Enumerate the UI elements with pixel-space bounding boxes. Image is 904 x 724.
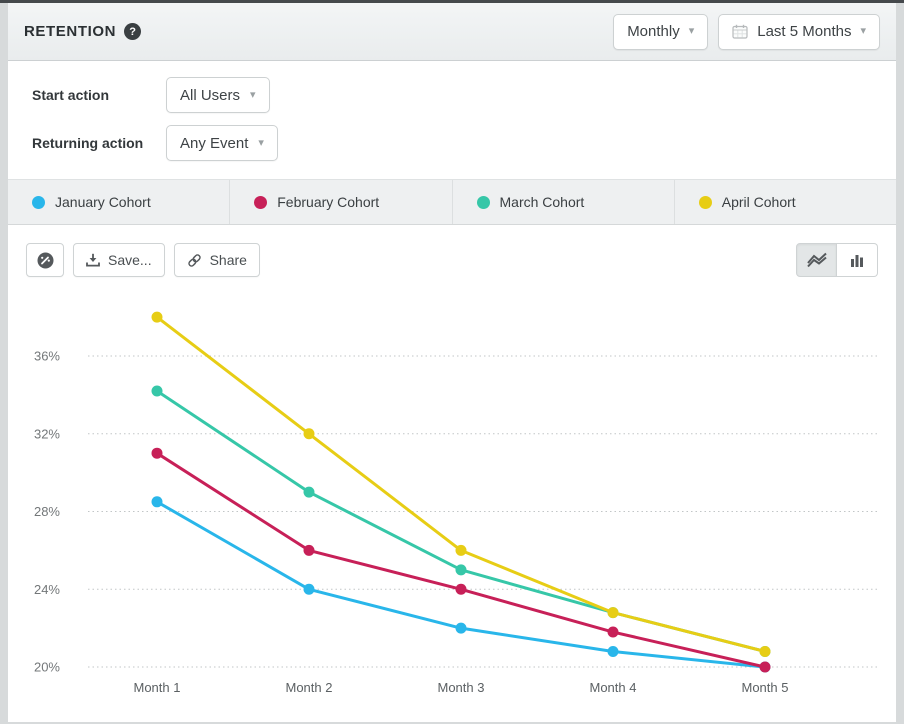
returning-action-value: Any Event (180, 135, 248, 152)
retention-card: RETENTION ? Monthly ▾ (8, 3, 896, 722)
date-range-dropdown[interactable]: Last 5 Months ▾ (718, 14, 880, 50)
x-axis-tick-label: Month 2 (286, 680, 333, 695)
legend-item-january[interactable]: January Cohort (8, 180, 230, 224)
data-point[interactable] (304, 487, 315, 498)
line-chart-icon (806, 252, 828, 268)
chart-type-toggle (796, 243, 878, 277)
retention-chart: 36% 32% 28% 24% 20% Month 1 Month 2 Month 3 Mont… (8, 277, 896, 722)
date-range-value: Last 5 Months (757, 23, 851, 40)
data-point[interactable] (760, 662, 771, 673)
data-point[interactable] (456, 584, 467, 595)
x-axis-tick-label: Month 4 (590, 680, 637, 695)
legend-item-april[interactable]: April Cohort (675, 180, 896, 224)
share-button-label: Share (210, 252, 247, 268)
cohort-legend: January Cohort February Cohort March Coh… (8, 180, 896, 225)
share-link-icon (187, 253, 202, 268)
save-button-label: Save... (108, 252, 152, 268)
add-to-dashboard-button[interactable] (26, 243, 64, 277)
series-line[interactable] (157, 453, 765, 667)
february-cohort-dot (254, 196, 267, 209)
period-dropdown-value: Monthly (627, 23, 680, 40)
series-line[interactable] (157, 391, 765, 651)
legend-label: March Cohort (500, 194, 585, 210)
report-header: RETENTION ? Monthly ▾ (8, 3, 896, 61)
y-axis-tick-label: 20% (34, 660, 60, 675)
y-axis-tick-label: 24% (34, 582, 60, 597)
data-point[interactable] (456, 545, 467, 556)
page-title: RETENTION ? (24, 23, 141, 40)
share-button[interactable]: Share (174, 243, 260, 277)
download-icon (86, 253, 100, 267)
data-point[interactable] (304, 545, 315, 556)
chart-section: Save... Share (8, 225, 896, 722)
y-axis-tick-label: 28% (34, 504, 60, 519)
start-action-value: All Users (180, 87, 240, 104)
returning-action-label: Returning action (32, 135, 166, 151)
data-point[interactable] (304, 584, 315, 595)
returning-action-row: Returning action Any Event ▾ (32, 125, 896, 161)
legend-label: January Cohort (55, 194, 151, 210)
page-title-text: RETENTION (24, 23, 116, 40)
january-cohort-dot (32, 196, 45, 209)
header-controls: Monthly ▾ (613, 14, 880, 50)
legend-label: April Cohort (722, 194, 796, 210)
chevron-down-icon: ▾ (250, 90, 256, 101)
chevron-down-icon: ▾ (860, 26, 866, 37)
calendar-icon (732, 24, 748, 39)
start-action-row: Start action All Users ▾ (32, 77, 896, 113)
data-point[interactable] (152, 312, 163, 323)
chevron-down-icon: ▾ (258, 138, 264, 149)
legend-label: February Cohort (277, 194, 379, 210)
y-axis-tick-label: 36% (34, 349, 60, 364)
x-axis-tick-label: Month 3 (438, 680, 485, 695)
y-axis-tick-label: 32% (34, 426, 60, 441)
data-point[interactable] (456, 564, 467, 575)
chevron-down-icon: ▾ (689, 26, 695, 37)
x-axis-tick-label: Month 1 (134, 680, 181, 695)
period-dropdown[interactable]: Monthly ▾ (613, 14, 708, 50)
data-point[interactable] (152, 448, 163, 459)
start-action-label: Start action (32, 87, 166, 103)
data-point[interactable] (304, 428, 315, 439)
filters-panel: Start action All Users ▾ Returning actio… (8, 61, 896, 180)
data-point[interactable] (152, 385, 163, 396)
bar-chart-icon (849, 253, 865, 268)
data-point[interactable] (152, 496, 163, 507)
data-point[interactable] (608, 646, 619, 657)
data-point[interactable] (760, 646, 771, 657)
data-point[interactable] (456, 623, 467, 634)
retention-line-chart: 36% 32% 28% 24% 20% Month 1 Month 2 Month 3 Mont… (8, 277, 896, 719)
help-icon[interactable]: ? (124, 23, 141, 40)
x-axis-tick-label: Month 5 (742, 680, 789, 695)
series-line[interactable] (157, 317, 765, 651)
bar-chart-toggle-button[interactable] (837, 243, 878, 277)
chart-toolbar: Save... Share (8, 243, 896, 277)
data-point[interactable] (608, 607, 619, 618)
save-button[interactable]: Save... (73, 243, 165, 277)
start-action-dropdown[interactable]: All Users ▾ (166, 77, 270, 113)
dashboard-gauge-icon (36, 251, 55, 270)
returning-action-dropdown[interactable]: Any Event ▾ (166, 125, 278, 161)
line-chart-toggle-button[interactable] (796, 243, 837, 277)
legend-item-february[interactable]: February Cohort (230, 180, 452, 224)
data-point[interactable] (608, 627, 619, 638)
april-cohort-dot (699, 196, 712, 209)
legend-item-march[interactable]: March Cohort (453, 180, 675, 224)
app-frame: RETENTION ? Monthly ▾ (0, 0, 904, 722)
march-cohort-dot (477, 196, 490, 209)
